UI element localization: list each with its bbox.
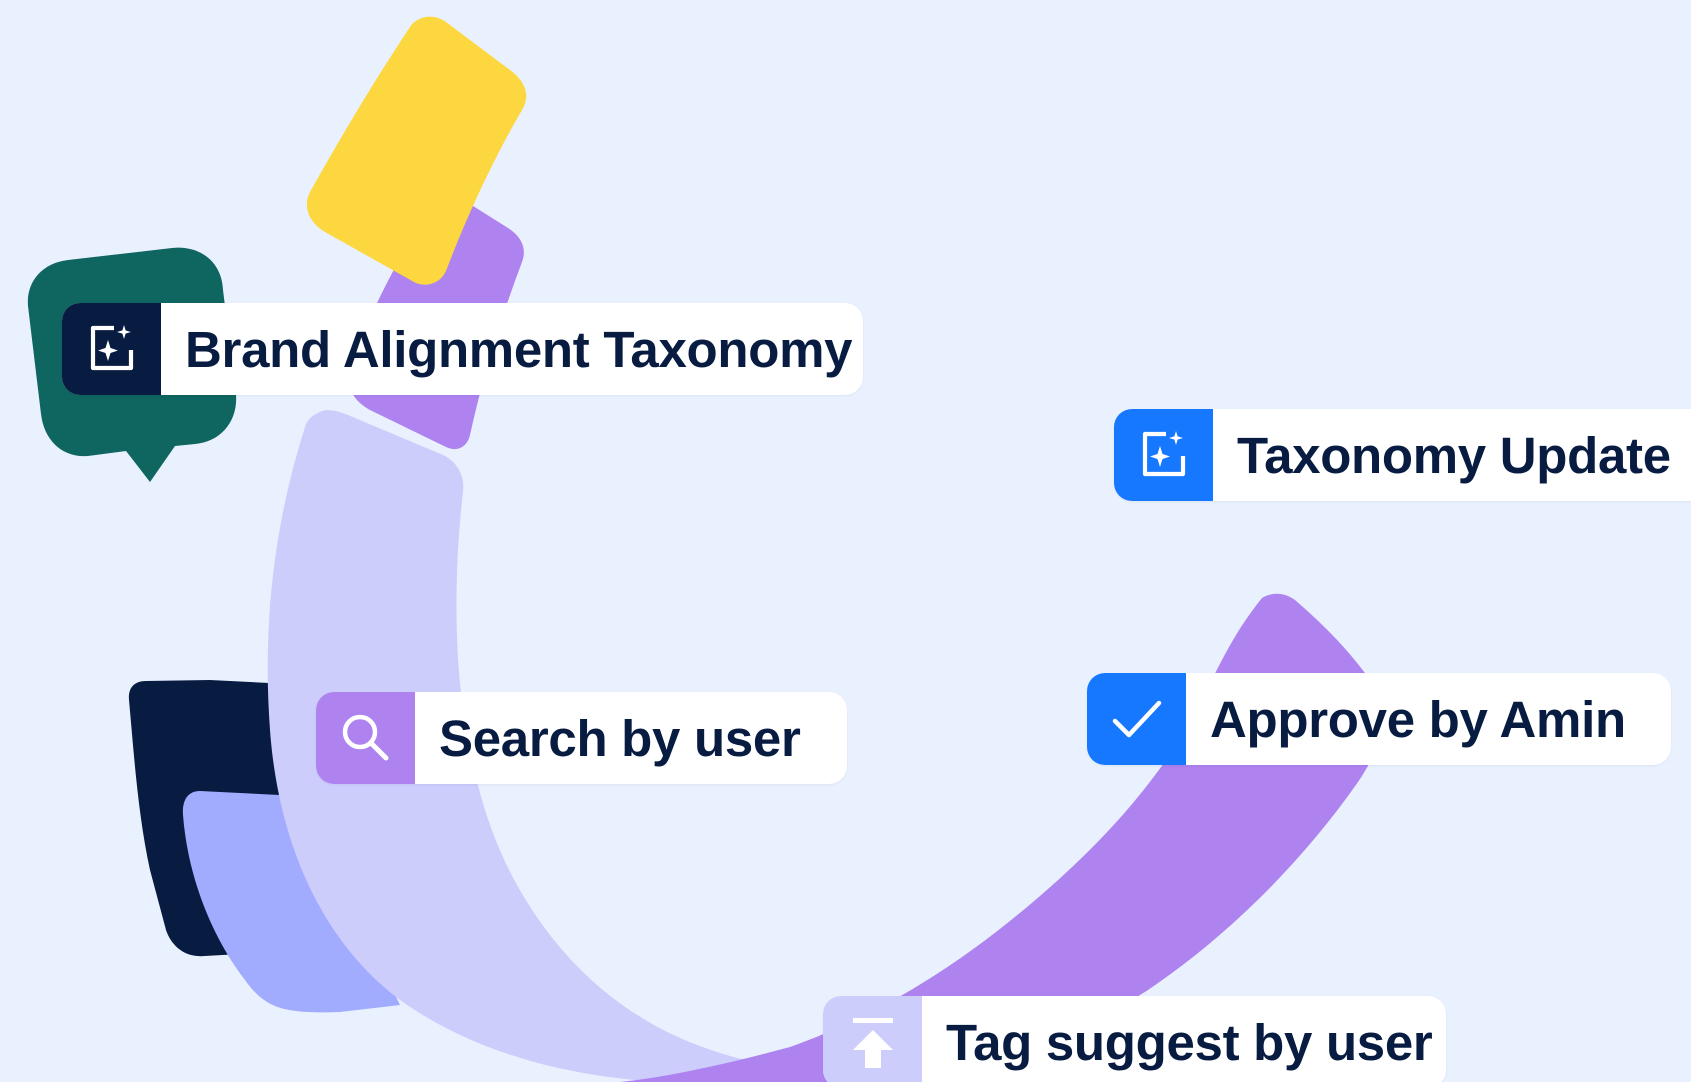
tag-suggest-by-user-chip[interactable]: Tag suggest by user — [823, 996, 1446, 1082]
chip-label: Brand Alignment Taxonomy — [185, 320, 853, 378]
search-by-user-chip[interactable]: Search by user — [316, 692, 847, 784]
decorative-shapes — [27, 16, 1382, 1082]
approve-by-amin-chip[interactable]: Approve by Amin — [1087, 673, 1671, 765]
chip-label: Tag suggest by user — [946, 1013, 1433, 1071]
upload-arrow-icon — [823, 996, 922, 1082]
checkmark-icon — [1087, 673, 1186, 765]
chip-label: Search by user — [439, 709, 801, 767]
chip-label: Taxonomy Update — [1237, 426, 1671, 484]
chip-label: Approve by Amin — [1210, 690, 1626, 748]
taxonomy-update-chip[interactable]: Taxonomy Update — [1114, 409, 1691, 501]
brand-alignment-taxonomy-chip[interactable]: Brand Alignment Taxonomy — [62, 303, 863, 395]
workflow-illustration: Brand Alignment Taxonomy Taxonomy Update… — [0, 0, 1691, 1082]
ai-sparkle-frame-icon — [1114, 409, 1213, 501]
ai-sparkle-frame-icon — [62, 303, 161, 395]
search-icon — [316, 692, 415, 784]
